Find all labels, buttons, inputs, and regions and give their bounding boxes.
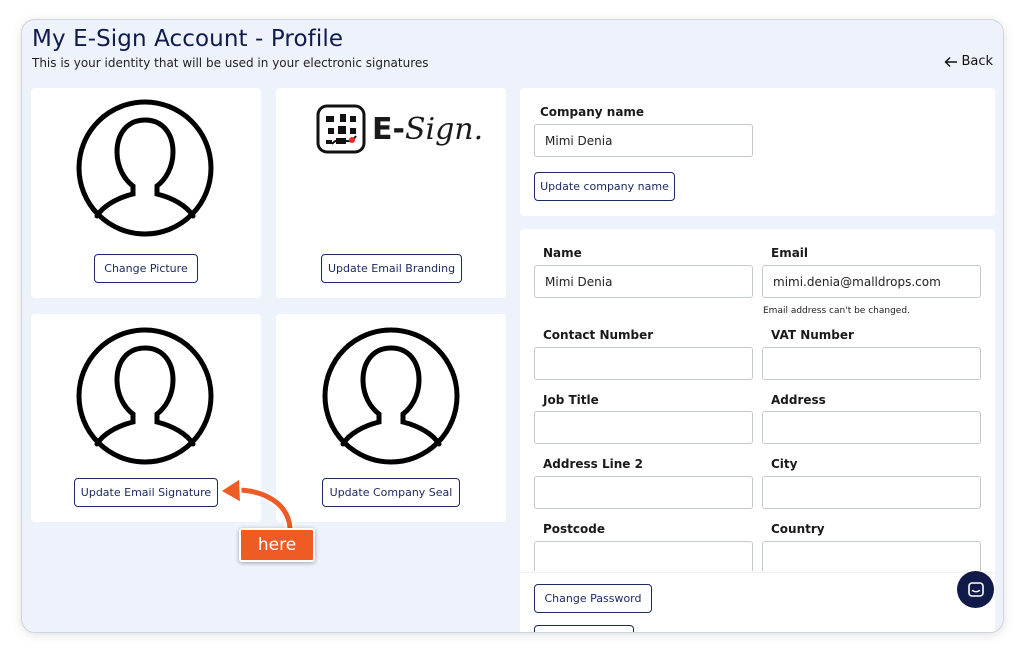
- vat-number-input[interactable]: [762, 347, 981, 380]
- postcode-label: Postcode: [543, 522, 606, 536]
- user-avatar-icon: [76, 99, 214, 237]
- contact-number-input[interactable]: [534, 347, 753, 380]
- arrow-left-icon: [944, 56, 958, 67]
- chat-bubble-icon: [967, 581, 984, 597]
- email-input: mimi.denia@malldrops.com: [762, 265, 981, 298]
- company-name-panel: Company name Mimi Denia Update company n…: [520, 88, 995, 216]
- update-email-branding-button[interactable]: Update Email Branding: [321, 254, 462, 283]
- back-link[interactable]: Back: [944, 54, 993, 69]
- postcode-input[interactable]: [534, 541, 753, 571]
- form-scroll-divider: [520, 572, 995, 573]
- callout-arrow-icon: [219, 477, 295, 532]
- update-company-name-button[interactable]: Update company name: [534, 172, 675, 201]
- user-avatar-icon: [76, 327, 214, 465]
- change-picture-button[interactable]: Change Picture: [94, 254, 198, 283]
- contact-number-label: Contact Number: [543, 328, 654, 342]
- job-title-label: Job Title: [543, 393, 599, 407]
- address-line-2-label: Address Line 2: [543, 457, 643, 471]
- name-input[interactable]: Mimi Denia: [534, 265, 753, 298]
- user-avatar-icon: [322, 327, 460, 465]
- name-label: Name: [543, 246, 582, 260]
- esign-logo: E-Sign.: [316, 104, 483, 154]
- email-branding-card: E-Sign. Update Email Branding: [276, 88, 506, 298]
- email-note: Email address can't be changed.: [763, 306, 910, 316]
- update-email-signature-button[interactable]: Update Email Signature: [74, 478, 218, 507]
- save-button-partial[interactable]: [534, 625, 634, 632]
- country-input[interactable]: [762, 541, 981, 571]
- back-label: Back: [961, 54, 993, 69]
- vat-number-label: VAT Number: [771, 328, 854, 342]
- job-title-input[interactable]: [534, 411, 753, 444]
- page-subtitle: This is your identity that will be used …: [32, 56, 429, 70]
- profile-picture-card: Change Picture: [31, 88, 261, 298]
- address-label: Address: [771, 393, 826, 407]
- update-company-seal-button[interactable]: Update Company Seal: [322, 478, 460, 507]
- company-name-label: Company name: [540, 105, 645, 119]
- chat-button[interactable]: [957, 571, 994, 608]
- email-label: Email: [771, 246, 809, 260]
- app-window: My E-Sign Account - Profile This is your…: [21, 19, 1004, 633]
- here-callout: here: [239, 528, 315, 562]
- city-label: City: [771, 457, 798, 471]
- change-password-button[interactable]: Change Password: [534, 584, 652, 613]
- country-label: Country: [771, 522, 825, 536]
- address-input[interactable]: [762, 411, 981, 444]
- esign-logo-text: E-Sign.: [372, 111, 484, 147]
- city-input[interactable]: [762, 476, 981, 509]
- esign-logo-icon: [316, 104, 366, 154]
- company-name-input[interactable]: Mimi Denia: [534, 124, 753, 157]
- page-title: My E-Sign Account - Profile: [32, 26, 344, 52]
- address-line-2-input[interactable]: [534, 476, 753, 509]
- profile-details-panel: Name Mimi Denia Email mimi.denia@malldro…: [520, 229, 995, 632]
